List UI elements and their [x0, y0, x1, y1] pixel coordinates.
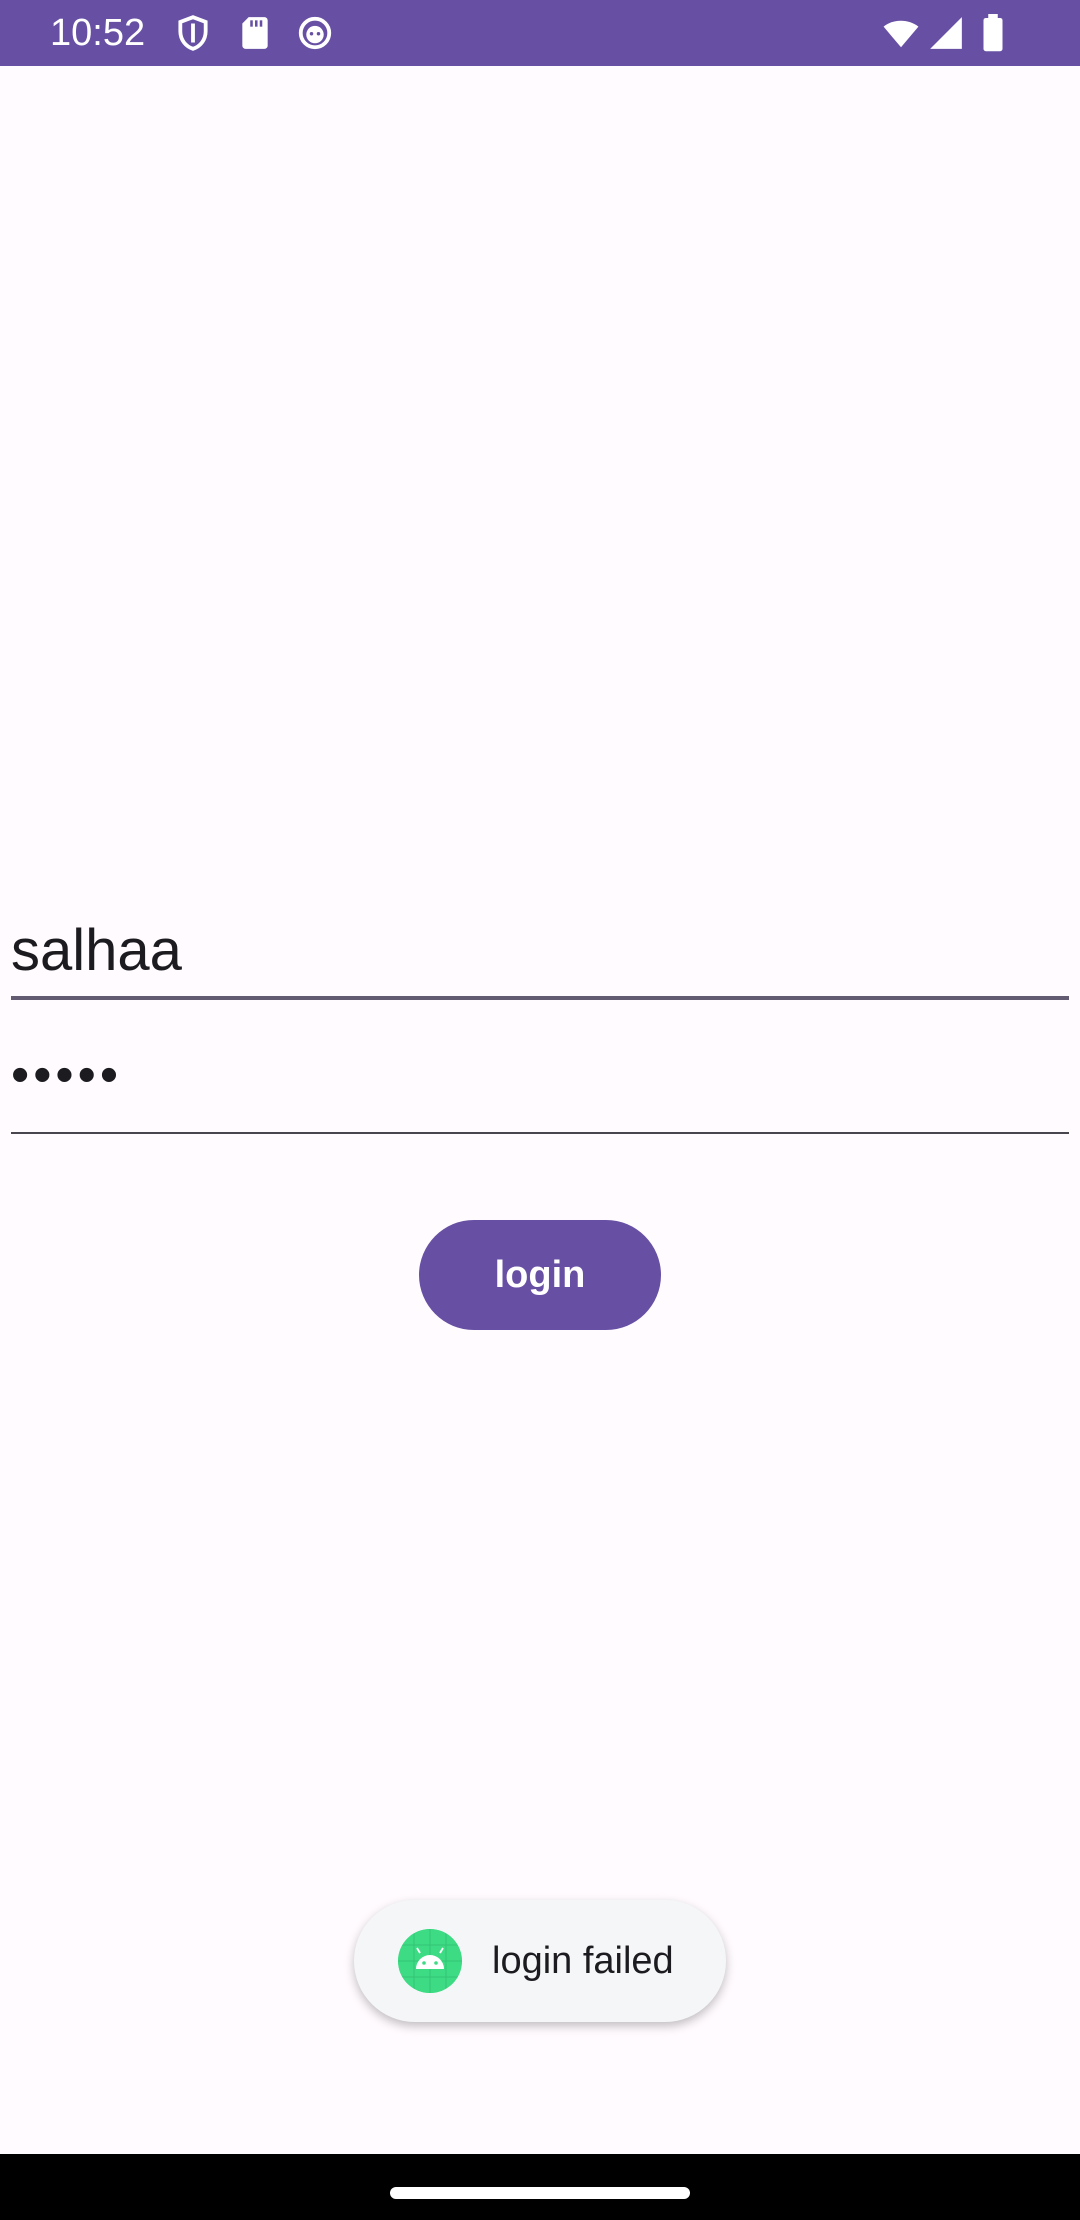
username-value: salhaa	[11, 918, 182, 983]
wifi-icon	[880, 14, 922, 52]
status-time: 10:52	[50, 12, 146, 54]
login-button[interactable]: login	[419, 1220, 661, 1330]
cat-face-icon	[296, 14, 334, 52]
password-field[interactable]: •••••	[11, 1040, 1069, 1134]
toast-message: login failed	[492, 1940, 674, 1982]
cell-signal-icon	[926, 14, 966, 52]
battery-icon	[978, 14, 1008, 52]
status-bar: 10:52	[0, 0, 1080, 66]
navigation-bar	[0, 2154, 1080, 2220]
password-value: •••••	[11, 1046, 123, 1104]
username-field[interactable]: salhaa	[11, 900, 1069, 1000]
toast: login failed	[354, 1900, 726, 2022]
shield-icon	[174, 14, 212, 52]
login-screen: 10:52 salhaa ••••• login login failed	[0, 0, 1080, 2220]
home-handle[interactable]	[390, 2187, 690, 2199]
sd-card-icon	[236, 14, 274, 52]
android-icon	[398, 1929, 462, 1993]
